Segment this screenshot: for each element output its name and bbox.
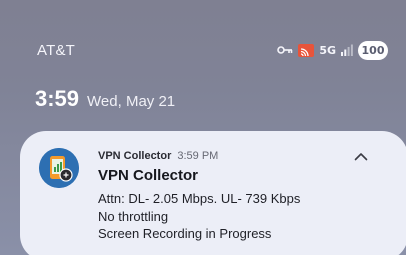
lockscreen-clock-row: 3:59 Wed, May 21 [35, 86, 175, 112]
status-bar: AT&T 5G 100 [0, 0, 406, 70]
notification-card[interactable]: VPN Collector 3:59 PM VPN Collector Attn… [20, 131, 406, 255]
lockscreen-date: Wed, May 21 [87, 93, 176, 110]
notification-header: VPN Collector 3:59 PM [98, 150, 218, 162]
notification-body: Attn: DL- 2.05 Mbps. UL- 739 Kbps No thr… [98, 190, 300, 243]
notification-app-name: VPN Collector [98, 150, 172, 162]
vpn-collector-app-icon [39, 148, 79, 188]
battery-icon: 100 [358, 40, 388, 60]
notification-line-recording: Screen Recording in Progress [98, 226, 272, 241]
lockscreen-time: 3:59 [35, 86, 80, 111]
network-type-label: 5G [319, 43, 336, 57]
signal-icon [341, 44, 353, 56]
chevron-up-icon [354, 152, 368, 161]
status-icons: 5G 100 [277, 38, 388, 62]
notification-line-throttling: No throttling [98, 208, 169, 224]
notification-title: VPN Collector [98, 167, 199, 184]
notification-line-speed: Attn: DL- 2.05 Mbps. UL- 739 Kbps [98, 191, 301, 206]
vpn-key-icon [277, 45, 293, 55]
cast-icon [298, 43, 315, 57]
notification-time: 3:59 PM [177, 150, 219, 162]
carrier-label: AT&T [37, 42, 76, 59]
collapse-notification-button[interactable] [351, 148, 371, 164]
